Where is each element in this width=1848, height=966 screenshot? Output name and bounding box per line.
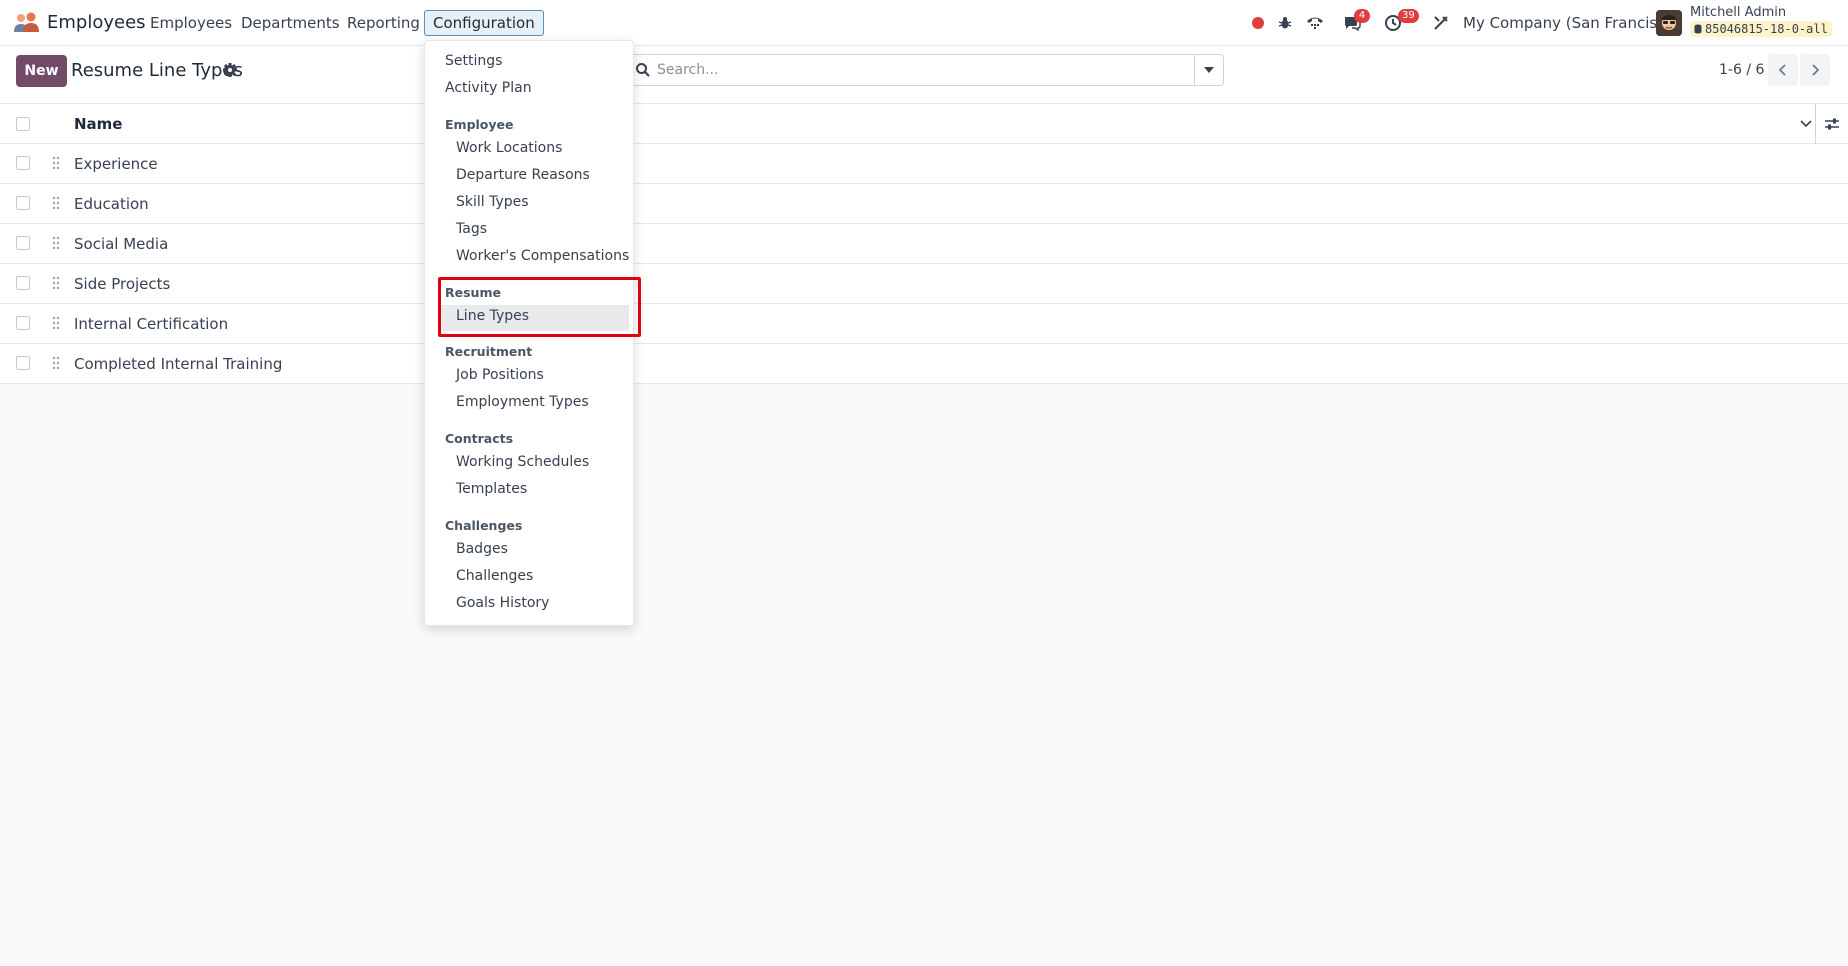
section-employee: Employee <box>445 117 514 132</box>
recording-indicator[interactable] <box>1251 12 1265 34</box>
record-icon <box>1252 17 1264 29</box>
activities-button[interactable]: 39 <box>1384 9 1420 34</box>
table-row[interactable]: Education <box>0 184 1848 224</box>
menu-employees[interactable]: Employees <box>150 14 232 32</box>
row-checkbox[interactable] <box>16 276 30 290</box>
table-row[interactable]: Social Media <box>0 224 1848 264</box>
user-name[interactable]: Mitchell Admin <box>1690 5 1786 20</box>
search-bar <box>630 54 1224 86</box>
drag-handle-icon[interactable] <box>52 156 60 170</box>
menu-item-tags[interactable]: Tags <box>456 221 487 237</box>
search-icon <box>636 63 650 77</box>
pager-value[interactable]: 1-6 / 6 <box>1719 62 1764 78</box>
gear-icon[interactable] <box>222 62 238 78</box>
menu-item-challenges[interactable]: Challenges <box>456 568 533 584</box>
section-challenges: Challenges <box>445 518 523 533</box>
row-name: Social Media <box>74 235 169 253</box>
row-checkbox[interactable] <box>16 196 30 210</box>
row-name: Experience <box>74 155 158 173</box>
menu-departments[interactable]: Departments <box>241 14 340 32</box>
menu-item-work-locations[interactable]: Work Locations <box>456 140 562 156</box>
control-panel: New Resume Line Types 1-6 / 6 <box>0 46 1848 103</box>
drag-handle-icon[interactable] <box>52 196 60 210</box>
menu-item-working-schedules[interactable]: Working Schedules <box>456 454 589 470</box>
menu-item-workers-compensations[interactable]: Worker's Compensations <box>456 248 629 264</box>
employees-app-icon[interactable] <box>12 12 40 34</box>
search-input[interactable] <box>657 59 1157 81</box>
menu-item-settings[interactable]: Settings <box>445 53 502 69</box>
row-checkbox[interactable] <box>16 236 30 250</box>
messages-button[interactable]: 4 <box>1338 9 1370 34</box>
menu-item-employment-types[interactable]: Employment Types <box>456 394 589 410</box>
row-name: Education <box>74 195 149 213</box>
messages-count-badge: 4 <box>1354 9 1370 23</box>
database-name: 85046815-18-0-all <box>1705 22 1828 36</box>
menu-item-templates[interactable]: Templates <box>456 481 527 497</box>
user-avatar[interactable] <box>1656 10 1682 36</box>
row-name: Side Projects <box>74 275 171 293</box>
pager-next-button[interactable] <box>1800 54 1830 86</box>
database-icon <box>1694 24 1702 34</box>
phone-icon[interactable] <box>1304 12 1326 34</box>
debug-icon[interactable] <box>1276 12 1294 34</box>
menu-item-badges[interactable]: Badges <box>456 541 508 557</box>
table-row[interactable]: Experience <box>0 144 1848 184</box>
menu-item-departure-reasons[interactable]: Departure Reasons <box>456 167 590 183</box>
menu-item-skill-types[interactable]: Skill Types <box>456 194 529 210</box>
table-row[interactable]: Internal Certification <box>0 304 1848 344</box>
drag-handle-icon[interactable] <box>52 356 60 370</box>
row-checkbox[interactable] <box>16 316 30 330</box>
row-checkbox[interactable] <box>16 356 30 370</box>
column-header-name[interactable]: Name <box>74 115 122 133</box>
drag-handle-icon[interactable] <box>52 316 60 330</box>
column-separator <box>1815 104 1816 144</box>
menu-item-job-positions[interactable]: Job Positions <box>456 367 544 383</box>
list-view: Name Experience Education Social Media S… <box>0 103 1848 384</box>
activities-count-badge: 39 <box>1398 9 1419 23</box>
tools-icon[interactable] <box>1432 12 1450 34</box>
drag-handle-icon[interactable] <box>52 236 60 250</box>
row-name: Internal Certification <box>74 315 229 333</box>
table-row[interactable]: Side Projects <box>0 264 1848 304</box>
database-badge: 85046815-18-0-all <box>1690 21 1832 37</box>
highlight-annotation-box <box>438 277 641 337</box>
chevron-left-icon <box>1779 64 1786 76</box>
top-navbar: Employees Employees Departments Reportin… <box>0 0 1848 46</box>
optional-columns-icon[interactable] <box>1822 114 1842 134</box>
company-switcher[interactable]: My Company (San Francisco) <box>1463 14 1680 32</box>
page-title: Resume Line Types <box>71 60 243 81</box>
new-button[interactable]: New <box>16 55 67 87</box>
search-options-toggle[interactable] <box>1194 55 1223 85</box>
caret-down-icon <box>1204 67 1214 73</box>
row-checkbox[interactable] <box>16 156 30 170</box>
app-name[interactable]: Employees <box>47 12 146 33</box>
table-row[interactable]: Completed Internal Training <box>0 344 1848 384</box>
menu-reporting[interactable]: Reporting <box>347 14 420 32</box>
list-header: Name <box>0 103 1848 144</box>
menu-item-activity-plan[interactable]: Activity Plan <box>445 80 532 96</box>
menu-item-goals-history[interactable]: Goals History <box>456 595 549 611</box>
chevron-right-icon <box>1812 64 1819 76</box>
row-name: Completed Internal Training <box>74 355 283 373</box>
section-contracts: Contracts <box>445 431 514 446</box>
menu-configuration[interactable]: Configuration <box>424 10 544 36</box>
section-recruitment: Recruitment <box>445 344 533 359</box>
chevron-down-icon[interactable] <box>1796 114 1816 134</box>
select-all-checkbox[interactable] <box>16 117 30 131</box>
pager-previous-button[interactable] <box>1768 54 1798 86</box>
drag-handle-icon[interactable] <box>52 276 60 290</box>
